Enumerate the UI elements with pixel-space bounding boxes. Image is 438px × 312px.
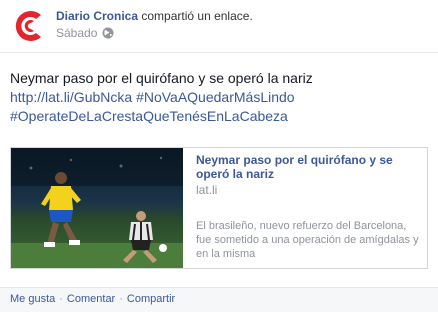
- header-divider: [0, 52, 438, 53]
- football-photo: [11, 148, 183, 268]
- post-link[interactable]: http://lat.li/GubNcka: [10, 89, 132, 105]
- diario-cronica-logo-icon: [11, 7, 49, 45]
- globe-icon[interactable]: [102, 27, 114, 39]
- separator: ·: [59, 293, 63, 305]
- link-preview-title[interactable]: Neymar paso por el quirófano y se operó …: [196, 153, 424, 181]
- post-text: Neymar paso por el quirófano y se operó …: [10, 69, 430, 126]
- page-avatar[interactable]: [10, 6, 50, 46]
- post-actions-bar: Me gusta · Comentar · Compartir: [0, 287, 438, 312]
- link-preview-description: El brasileño, nuevo refuerzo del Barcelo…: [196, 220, 419, 260]
- comment-button[interactable]: Comentar: [67, 293, 115, 305]
- post-action: compartió un enlace.: [141, 9, 253, 23]
- share-button[interactable]: Compartir: [127, 293, 175, 305]
- link-preview-image[interactable]: [11, 148, 183, 268]
- hashtag-link[interactable]: #NoVaAQuedarMásLindo: [136, 89, 295, 105]
- like-button[interactable]: Me gusta: [10, 293, 55, 305]
- author-name[interactable]: Diario Cronica: [56, 9, 138, 23]
- hashtag-link[interactable]: #OperateDeLaCrestaQueTenésEnLaCabeza: [10, 107, 430, 126]
- feed-post: Diario Cronica compartió un enlace. Sába…: [0, 0, 438, 312]
- link-preview-domain: lat.li: [196, 183, 218, 197]
- separator: ·: [119, 293, 123, 305]
- post-header: Diario Cronica compartió un enlace.: [56, 9, 253, 23]
- link-preview-card[interactable]: Neymar paso por el quirófano y se operó …: [10, 147, 428, 269]
- post-meta: Sábado: [56, 26, 114, 40]
- post-message: Neymar paso por el quirófano y se operó …: [10, 70, 313, 86]
- link-preview-body: Neymar paso por el quirófano y se operó …: [196, 153, 424, 261]
- post-timestamp[interactable]: Sábado: [56, 26, 97, 40]
